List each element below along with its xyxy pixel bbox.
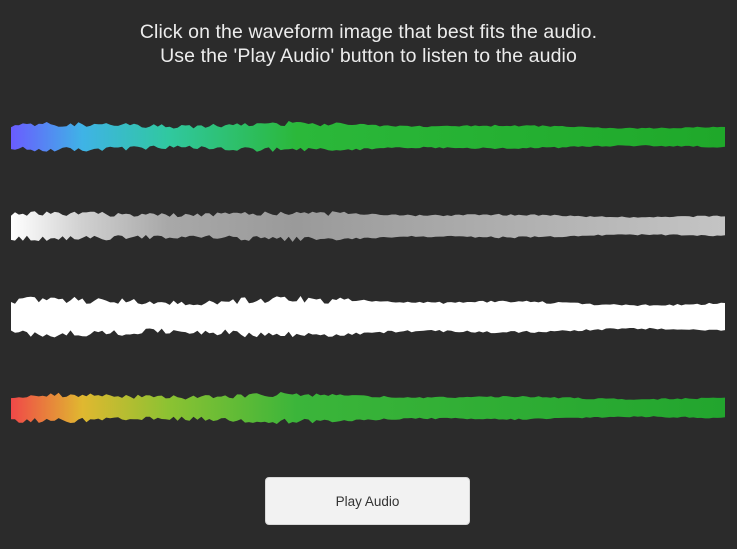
waveform-image <box>11 289 725 345</box>
waveform-option-2[interactable] <box>11 196 725 256</box>
instruction-line-1: Click on the waveform image that best fi… <box>139 21 598 43</box>
instructions: Click on the waveform image that best fi… <box>0 20 737 68</box>
waveform-image <box>11 384 725 432</box>
waveform-image <box>11 112 725 162</box>
instruction-line-2: Use the 'Play Audio' button to listen to… <box>160 45 577 67</box>
waveform-option-4[interactable] <box>11 378 725 438</box>
waveform-image <box>11 201 725 251</box>
play-audio-button[interactable]: Play Audio <box>265 477 470 525</box>
captcha-screen: Click on the waveform image that best fi… <box>0 0 737 549</box>
waveform-option-3[interactable] <box>11 284 725 350</box>
waveform-option-1[interactable] <box>11 107 725 167</box>
